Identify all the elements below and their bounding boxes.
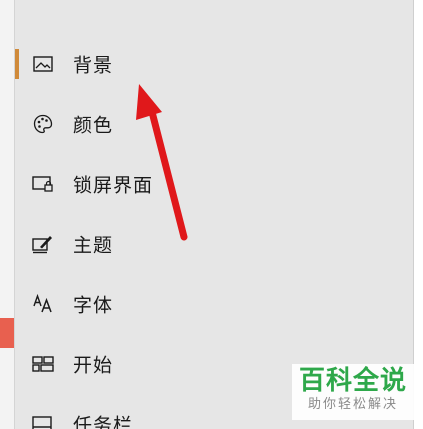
selected-indicator <box>15 229 19 259</box>
nav-item-label: 字体 <box>73 294 114 317</box>
nav-item-label: 锁屏界面 <box>73 174 154 197</box>
nav-item-lock-screen[interactable]: 锁屏界面 <box>15 160 413 208</box>
background-window-strip <box>0 0 15 429</box>
watermark-title: 百科全说 <box>298 366 407 396</box>
nav-item-fonts[interactable]: 字体 <box>15 280 413 328</box>
nav-item-label: 任务栏 <box>73 414 134 429</box>
nav-item-label: 背景 <box>73 54 114 77</box>
selected-indicator <box>15 289 19 319</box>
font-icon <box>32 293 54 315</box>
selected-indicator <box>15 109 19 139</box>
palette-icon <box>32 113 54 135</box>
selected-indicator <box>15 409 19 429</box>
nav-item-label: 主题 <box>73 234 114 257</box>
taskbar-icon <box>32 413 54 429</box>
start-tiles-icon <box>32 353 54 375</box>
nav-item-themes[interactable]: 主题 <box>15 220 413 268</box>
selected-indicator <box>15 49 19 79</box>
settings-window: 背景 颜色 锁屏界面 主题 字体 开始 任务栏 百科全说 助你轻松解决 <box>0 0 423 429</box>
nav-item-label: 颜色 <box>73 114 114 137</box>
selected-indicator <box>15 349 19 379</box>
background-window-accent <box>0 318 14 348</box>
nav-item-label: 开始 <box>73 354 114 377</box>
content-pane-edge <box>413 0 423 429</box>
picture-icon <box>32 53 54 75</box>
selected-indicator <box>15 169 19 199</box>
lock-screen-icon <box>32 173 54 195</box>
watermark-subtitle: 助你轻松解决 <box>307 397 398 412</box>
nav-item-colors[interactable]: 颜色 <box>15 100 413 148</box>
watermark-logo: 百科全说 助你轻松解决 <box>292 364 414 420</box>
nav-item-background[interactable]: 背景 <box>15 40 413 88</box>
theme-brush-icon <box>32 233 54 255</box>
